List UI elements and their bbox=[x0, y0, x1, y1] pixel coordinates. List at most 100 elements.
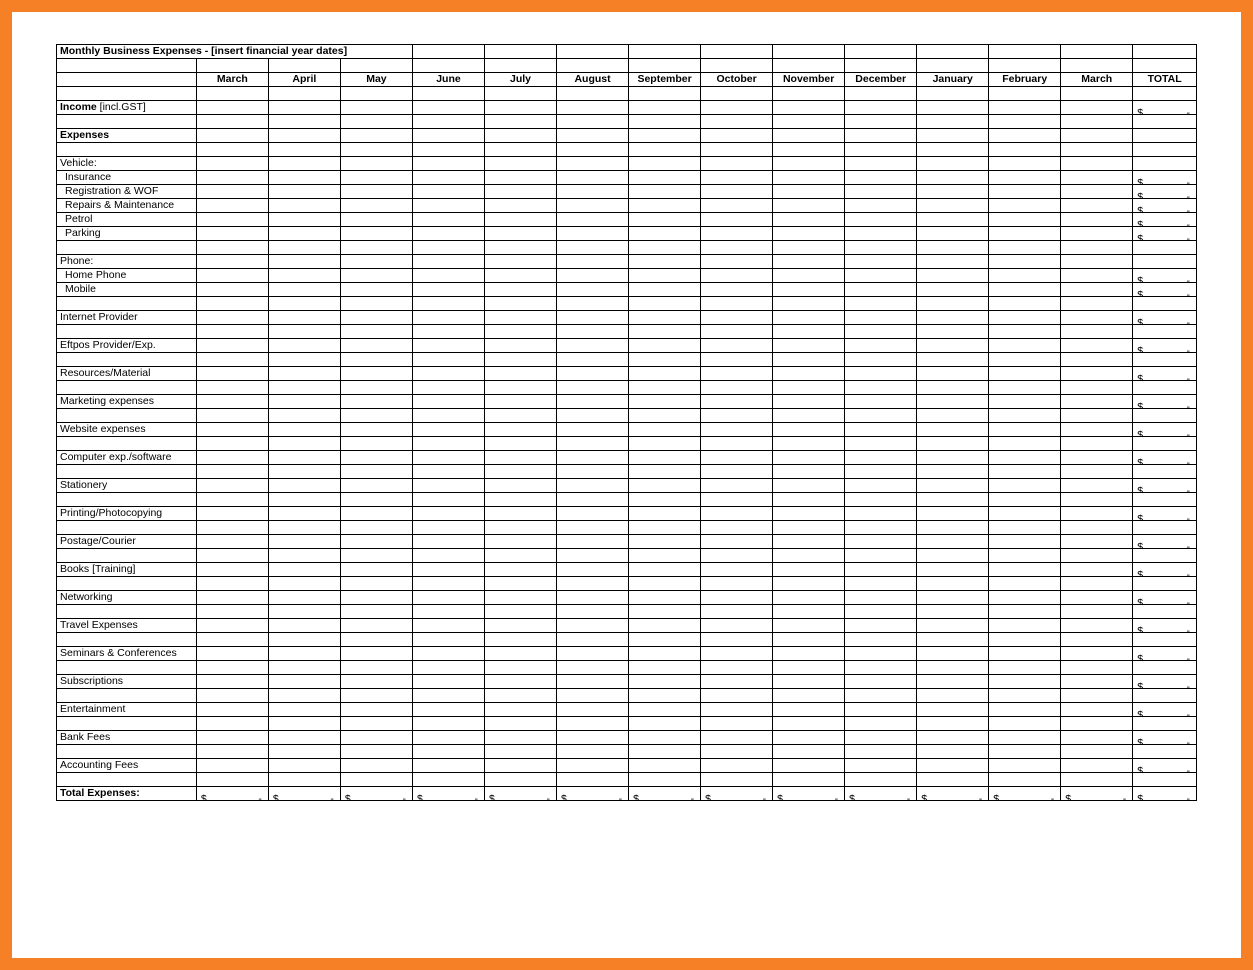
cell[interactable] bbox=[845, 381, 917, 395]
cell[interactable] bbox=[1061, 605, 1133, 619]
month-cell[interactable] bbox=[701, 675, 773, 689]
cell[interactable] bbox=[1061, 633, 1133, 647]
month-cell[interactable] bbox=[773, 675, 845, 689]
cell[interactable] bbox=[268, 745, 340, 759]
row-total[interactable]: $- bbox=[1133, 269, 1197, 283]
cell[interactable] bbox=[557, 689, 629, 703]
cell[interactable] bbox=[773, 409, 845, 423]
cell[interactable] bbox=[485, 493, 557, 507]
cell[interactable] bbox=[1133, 409, 1197, 423]
row-total[interactable]: $- bbox=[1133, 423, 1197, 437]
cell[interactable] bbox=[485, 605, 557, 619]
cell[interactable] bbox=[485, 661, 557, 675]
cell[interactable] bbox=[845, 605, 917, 619]
total-cell[interactable] bbox=[1133, 129, 1197, 143]
month-cell[interactable] bbox=[268, 129, 340, 143]
cell[interactable] bbox=[340, 353, 412, 367]
row-total[interactable]: $- bbox=[1133, 647, 1197, 661]
month-cell[interactable] bbox=[845, 157, 917, 171]
month-cell[interactable] bbox=[1061, 157, 1133, 171]
cell[interactable] bbox=[1061, 297, 1133, 311]
cell[interactable] bbox=[773, 661, 845, 675]
month-cell[interactable] bbox=[340, 535, 412, 549]
cell[interactable] bbox=[629, 465, 701, 479]
cell[interactable] bbox=[773, 325, 845, 339]
cell[interactable] bbox=[557, 87, 629, 101]
cell[interactable] bbox=[57, 115, 197, 129]
cell[interactable] bbox=[57, 381, 197, 395]
cell[interactable] bbox=[917, 661, 989, 675]
month-cell[interactable] bbox=[196, 367, 268, 381]
month-cell[interactable] bbox=[1061, 675, 1133, 689]
cell[interactable] bbox=[412, 577, 484, 591]
cell[interactable] bbox=[1061, 143, 1133, 157]
cell[interactable] bbox=[340, 437, 412, 451]
cell[interactable] bbox=[989, 325, 1061, 339]
month-cell[interactable] bbox=[485, 311, 557, 325]
month-cell[interactable] bbox=[989, 129, 1061, 143]
cell[interactable] bbox=[629, 773, 701, 787]
cell[interactable] bbox=[845, 745, 917, 759]
cell[interactable] bbox=[557, 381, 629, 395]
cell[interactable] bbox=[701, 577, 773, 591]
cell[interactable] bbox=[773, 521, 845, 535]
month-cell[interactable] bbox=[773, 171, 845, 185]
cell[interactable] bbox=[1061, 115, 1133, 129]
cell[interactable] bbox=[1061, 59, 1133, 73]
month-cell[interactable] bbox=[340, 395, 412, 409]
cell[interactable] bbox=[845, 45, 917, 59]
cell[interactable] bbox=[1133, 297, 1197, 311]
grand-total[interactable]: $- bbox=[1133, 787, 1197, 801]
cell[interactable] bbox=[701, 745, 773, 759]
cell[interactable] bbox=[701, 493, 773, 507]
cell[interactable] bbox=[917, 87, 989, 101]
cell[interactable] bbox=[773, 115, 845, 129]
cell[interactable] bbox=[1061, 661, 1133, 675]
cell[interactable] bbox=[773, 577, 845, 591]
expenses-header[interactable]: Expenses bbox=[57, 129, 197, 143]
cell[interactable] bbox=[1061, 745, 1133, 759]
month-cell[interactable] bbox=[701, 199, 773, 213]
row-total[interactable]: $- bbox=[1133, 311, 1197, 325]
cell[interactable] bbox=[701, 633, 773, 647]
cell[interactable] bbox=[773, 381, 845, 395]
cell[interactable] bbox=[340, 297, 412, 311]
row-total[interactable]: $- bbox=[1133, 535, 1197, 549]
cell[interactable] bbox=[340, 661, 412, 675]
month-cell[interactable] bbox=[557, 563, 629, 577]
cell[interactable] bbox=[196, 633, 268, 647]
month-cell[interactable] bbox=[557, 101, 629, 115]
expense-item[interactable]: Seminars & Conferences bbox=[57, 647, 197, 661]
cell[interactable] bbox=[557, 549, 629, 563]
month-cell[interactable] bbox=[989, 367, 1061, 381]
cell[interactable] bbox=[629, 437, 701, 451]
month-cell[interactable] bbox=[629, 479, 701, 493]
month-cell[interactable] bbox=[557, 535, 629, 549]
cell[interactable] bbox=[196, 521, 268, 535]
month-cell[interactable] bbox=[845, 269, 917, 283]
row-total[interactable]: $- bbox=[1133, 185, 1197, 199]
month-cell[interactable] bbox=[1061, 311, 1133, 325]
cell[interactable] bbox=[629, 325, 701, 339]
cell[interactable] bbox=[340, 241, 412, 255]
month-cell[interactable] bbox=[629, 619, 701, 633]
cell[interactable] bbox=[1133, 143, 1197, 157]
cell[interactable] bbox=[57, 521, 197, 535]
cell[interactable] bbox=[1061, 577, 1133, 591]
cell[interactable] bbox=[1133, 115, 1197, 129]
cell[interactable] bbox=[989, 409, 1061, 423]
expense-item[interactable]: Registration & WOF bbox=[57, 185, 197, 199]
cell[interactable] bbox=[412, 241, 484, 255]
cell[interactable] bbox=[1061, 549, 1133, 563]
month-cell[interactable] bbox=[629, 759, 701, 773]
month-cell[interactable] bbox=[268, 199, 340, 213]
cell[interactable] bbox=[629, 661, 701, 675]
month-cell[interactable] bbox=[629, 507, 701, 521]
month-cell[interactable] bbox=[989, 395, 1061, 409]
phone-header[interactable]: Phone: bbox=[57, 255, 197, 269]
cell[interactable] bbox=[412, 59, 484, 73]
cell[interactable] bbox=[57, 409, 197, 423]
month-cell[interactable] bbox=[845, 213, 917, 227]
month-cell[interactable] bbox=[701, 535, 773, 549]
month-cell[interactable] bbox=[845, 199, 917, 213]
